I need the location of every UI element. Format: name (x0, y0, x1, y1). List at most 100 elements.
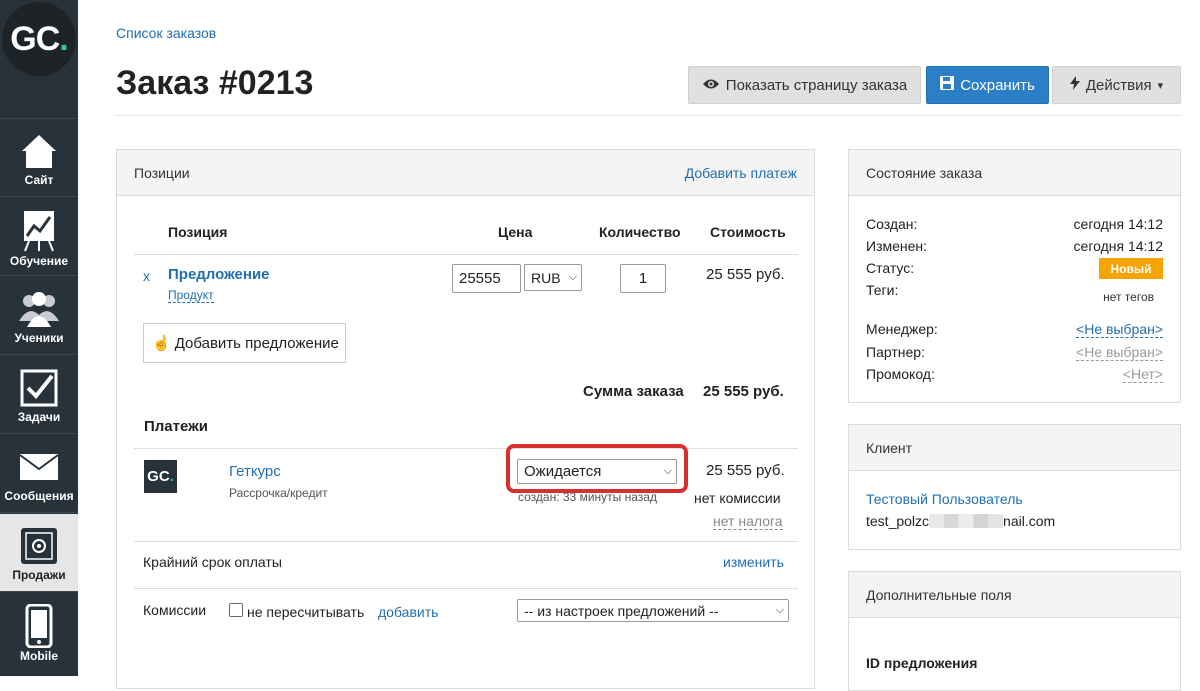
logo-dot: . (59, 20, 67, 59)
sidebar-item-messages[interactable]: Сообщения (0, 435, 78, 513)
position-cost: 25 555 руб. (706, 266, 785, 283)
sidebar-item-sales[interactable]: Продажи (0, 514, 78, 592)
order-sum-value: 25 555 руб. (703, 383, 784, 400)
manager-select-link[interactable]: <Не выбран> (1076, 321, 1163, 338)
changed-value: сегодня 14:12 (1074, 238, 1163, 254)
page-title: Заказ #0213 (116, 64, 313, 103)
caret-down-icon: ▾ (1158, 79, 1164, 92)
client-name-link[interactable]: Тестовый Пользователь (866, 491, 1023, 507)
created-label: Создан: (866, 216, 917, 232)
phone-icon (17, 604, 61, 648)
position-name-link[interactable]: Предложение (168, 266, 270, 283)
positions-panel-header: Позиции Добавить платеж (117, 150, 814, 196)
floppy-icon (940, 76, 954, 94)
table-header-divider (134, 254, 798, 255)
chevron-down-icon: ⌵ (569, 271, 577, 284)
client-header: Клиент (849, 425, 1180, 471)
status-highlight-frame (506, 444, 688, 493)
safe-icon (17, 524, 61, 568)
save-button[interactable]: Сохранить (926, 66, 1049, 104)
envelope-icon (17, 445, 61, 489)
sidebar-item-mobile[interactable]: Mobile (0, 594, 78, 672)
sidebar-item-students[interactable]: Ученики (0, 277, 78, 355)
offer-id-label: ID предложения (866, 655, 977, 671)
extra-fields-header: Дополнительные поля (849, 572, 1180, 618)
status-badge[interactable]: Новый (1099, 258, 1163, 279)
payment-provider-logo: GC. (144, 460, 177, 493)
actions-label: Действия (1086, 77, 1152, 94)
add-commission-link[interactable]: добавить (378, 604, 438, 620)
sidebar-item-label: Ученики (0, 331, 78, 345)
add-offer-button[interactable]: ☝ Добавить предложение (143, 323, 346, 363)
order-state-header: Состояние заказа (849, 150, 1180, 196)
payment-logo-text: GC (147, 468, 170, 485)
currency-select[interactable]: RUB ⌵ (524, 264, 582, 291)
add-payment-link[interactable]: Добавить платеж (685, 165, 797, 181)
sidebar: GC. Сайт Обучение Ученики Задачи Сообщен… (0, 0, 78, 676)
commission-source-select[interactable]: -- из настроек предложений -- ⌵ (517, 599, 789, 622)
column-header-cost: Стоимость (710, 224, 786, 240)
tags-value: нет тегов (1103, 290, 1154, 304)
deadline-divider (134, 541, 798, 542)
client-title: Клиент (866, 440, 912, 456)
breadcrumb-orders-link[interactable]: Список заказов (116, 25, 216, 41)
save-label: Сохранить (960, 77, 1035, 94)
commission-source-value: -- из настроек предложений -- (524, 603, 718, 619)
hand-pointer-icon: ☝ (152, 334, 171, 352)
logo-text: GC (10, 20, 59, 59)
sidebar-item-tasks[interactable]: Задачи (0, 356, 78, 434)
sidebar-item-label: Сообщения (0, 489, 78, 503)
column-header-position: Позиция (168, 224, 227, 240)
positions-panel: Позиции Добавить платеж Позиция Цена Кол… (116, 149, 815, 689)
position-type-link[interactable]: Продукт (168, 288, 214, 303)
chevron-down-icon: ⌵ (776, 604, 784, 617)
remove-position-button[interactable]: x (143, 268, 150, 284)
promo-select-link[interactable]: <Нет> (1123, 366, 1163, 383)
payment-commission: нет комиссии (694, 490, 781, 506)
eye-icon (702, 77, 720, 94)
changed-label: Изменен: (866, 238, 927, 254)
sidebar-item-label: Задачи (0, 410, 78, 424)
created-value: сегодня 14:12 (1074, 216, 1163, 232)
promo-label: Промокод: (866, 366, 935, 382)
quantity-input[interactable]: 1 (620, 264, 666, 293)
client-email-suffix: nail.com (1003, 513, 1055, 529)
order-state-panel: Состояние заказа Создан: сегодня 14:12 И… (848, 149, 1181, 403)
partner-label: Партнер: (866, 344, 925, 360)
payments-title: Платежи (144, 418, 208, 435)
chart-board-icon (17, 208, 61, 252)
commissions-divider (134, 588, 798, 589)
payment-tax-link[interactable]: нет налога (713, 513, 783, 530)
show-order-page-button[interactable]: Показать страницу заказа (688, 66, 921, 104)
order-sum-label: Сумма заказа (583, 383, 684, 400)
sidebar-item-learning[interactable]: Обучение (0, 198, 78, 276)
payment-method: Рассрочка/кредит (229, 486, 328, 500)
currency-value: RUB (531, 270, 561, 286)
sidebar-item-label: Обучение (0, 254, 78, 268)
sidebar-item-site[interactable]: Сайт (0, 119, 78, 197)
show-order-page-label: Показать страницу заказа (726, 77, 907, 94)
deadline-change-link[interactable]: изменить (723, 554, 784, 570)
manager-label: Менеджер: (866, 321, 938, 337)
payment-amount: 25 555 руб. (706, 462, 785, 479)
payment-provider-link[interactable]: Геткурс (229, 463, 281, 480)
commissions-label: Комиссии (143, 602, 206, 618)
partner-select-link[interactable]: <Не выбран> (1076, 344, 1163, 361)
column-header-price: Цена (498, 224, 532, 240)
client-email: test_polzc nail.com (866, 513, 1055, 529)
extra-fields-title: Дополнительные поля (866, 587, 1012, 603)
actions-dropdown-button[interactable]: Действия ▾ (1052, 66, 1181, 104)
extra-fields-panel: Дополнительные поля ID предложения (848, 571, 1181, 691)
no-recalc-checkbox[interactable] (229, 603, 243, 617)
price-input[interactable]: 25555 (452, 264, 521, 293)
payment-created-time: создан: 33 минуты назад (518, 490, 657, 504)
status-label: Статус: (866, 260, 914, 276)
order-state-title: Состояние заказа (866, 165, 982, 181)
client-panel: Клиент Тестовый Пользователь test_polzc n… (848, 424, 1181, 550)
add-offer-label: Добавить предложение (175, 335, 339, 352)
client-email-prefix: test_polzc (866, 513, 929, 529)
sidebar-item-label: Сайт (0, 173, 78, 187)
tags-label: Теги: (866, 282, 898, 298)
positions-title: Позиции (134, 165, 190, 181)
logo[interactable]: GC. (2, 2, 76, 76)
